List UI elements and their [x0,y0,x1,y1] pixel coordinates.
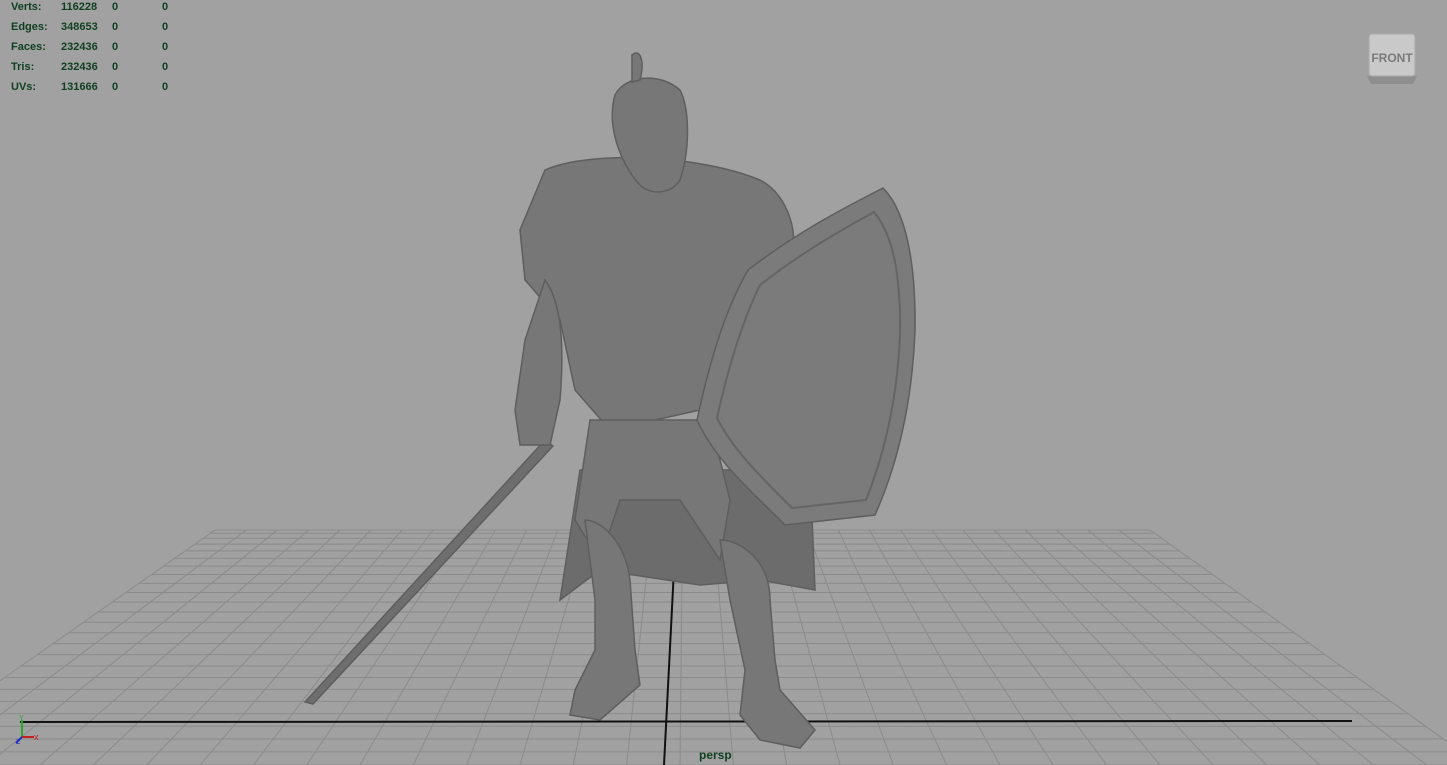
hud-label: Edges: [11,21,48,33]
x-axis-label: x [34,732,39,742]
camera-name-label: persp [699,748,732,762]
hud-selected-value: 0 [112,21,119,33]
hud-selected-value: 0 [112,61,119,73]
view-cube-bottom-face[interactable] [1367,76,1417,84]
sword-mesh [303,438,555,705]
grid-line [869,529,1001,765]
y-axis-label: Y [19,715,24,722]
hud-label: UVs: [11,81,37,93]
hud-total-value: 116228 [61,1,98,13]
hud-label: Verts: [11,1,42,13]
hud-component-value: 0 [162,61,169,73]
hud-label: Tris: [11,61,35,73]
hud-total-value: 348653 [61,21,98,33]
view-cube-label: FRONT [1371,51,1413,65]
hud-selected-value: 0 [112,41,119,53]
hud-component-value: 0 [162,21,169,33]
scene-canvas[interactable] [0,0,1447,765]
helmet-crest-mesh [631,52,643,83]
hud-total-value: 232436 [61,41,98,53]
grid-line [837,529,948,765]
hud-total-value: 232436 [61,61,98,73]
grid-line [993,529,1214,765]
hud-total-value: 131666 [61,81,98,93]
view-cube[interactable]: FRONT [1363,32,1421,86]
grid-line [92,529,341,765]
grid-line [931,529,1108,765]
hud-component-value: 0 [162,41,169,53]
hud-selected-value: 0 [112,81,119,93]
hud-label: Faces: [11,41,46,53]
3d-viewport[interactable]: Verts: 116228 0 0 Edges: 348653 0 0 Face… [0,0,1447,765]
grid-line [359,529,496,765]
grid-line [1056,529,1321,765]
hud-component-value: 0 [162,81,169,93]
z-axis-label: z [16,736,21,746]
grid-line [466,529,559,765]
grid-line [39,529,309,765]
grid-line [806,529,894,765]
grid-line [199,529,403,765]
axis-gizmo: Y z x [15,715,39,746]
hud-selected-value: 0 [112,1,119,13]
grid-line [1149,529,1447,743]
hud-component-value: 0 [162,1,169,13]
arm-mesh [514,278,563,446]
grid-line [1118,529,1427,765]
grid-line [900,529,1054,765]
grid-line [146,529,372,765]
grid-line [252,529,434,765]
grid-x-axis-line [19,720,1353,723]
